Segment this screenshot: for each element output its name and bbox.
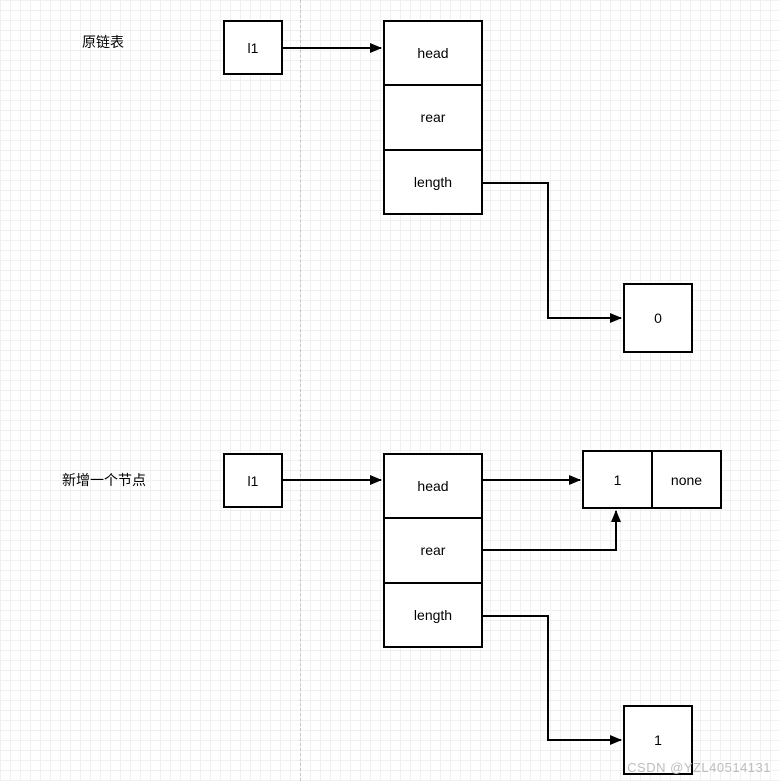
length-value-2: 1	[654, 732, 662, 748]
section2-title: 新增一个节点	[62, 470, 146, 490]
arrow-length-to-one	[483, 616, 621, 740]
node-next: none	[651, 452, 720, 507]
l1-box-1: l1	[223, 20, 283, 75]
node-value: 1	[584, 452, 651, 507]
linkedlist-struct-1: head rear length	[383, 20, 483, 215]
arrow-rear-to-node	[483, 511, 616, 550]
section1-title: 原链表	[82, 32, 124, 52]
l1-label-1: l1	[248, 40, 259, 56]
length-value-box-1: 0	[623, 283, 693, 353]
new-node: 1 none	[582, 450, 722, 509]
length-value-1: 0	[654, 310, 662, 326]
diagram-canvas: 原链表 l1 head rear length 0 新增一个节点 l1 head…	[0, 0, 779, 781]
watermark: CSDN @YZL40514131	[627, 760, 771, 775]
struct2-rear: rear	[385, 517, 481, 581]
struct1-rear: rear	[385, 84, 481, 148]
struct1-head: head	[385, 22, 481, 84]
arrow-length-to-zero	[483, 183, 621, 318]
grid-major-divider	[300, 0, 301, 781]
struct2-length: length	[385, 582, 481, 646]
struct1-length: length	[385, 149, 481, 213]
struct2-head: head	[385, 455, 481, 517]
linkedlist-struct-2: head rear length	[383, 453, 483, 648]
l1-box-2: l1	[223, 453, 283, 508]
l1-label-2: l1	[248, 473, 259, 489]
